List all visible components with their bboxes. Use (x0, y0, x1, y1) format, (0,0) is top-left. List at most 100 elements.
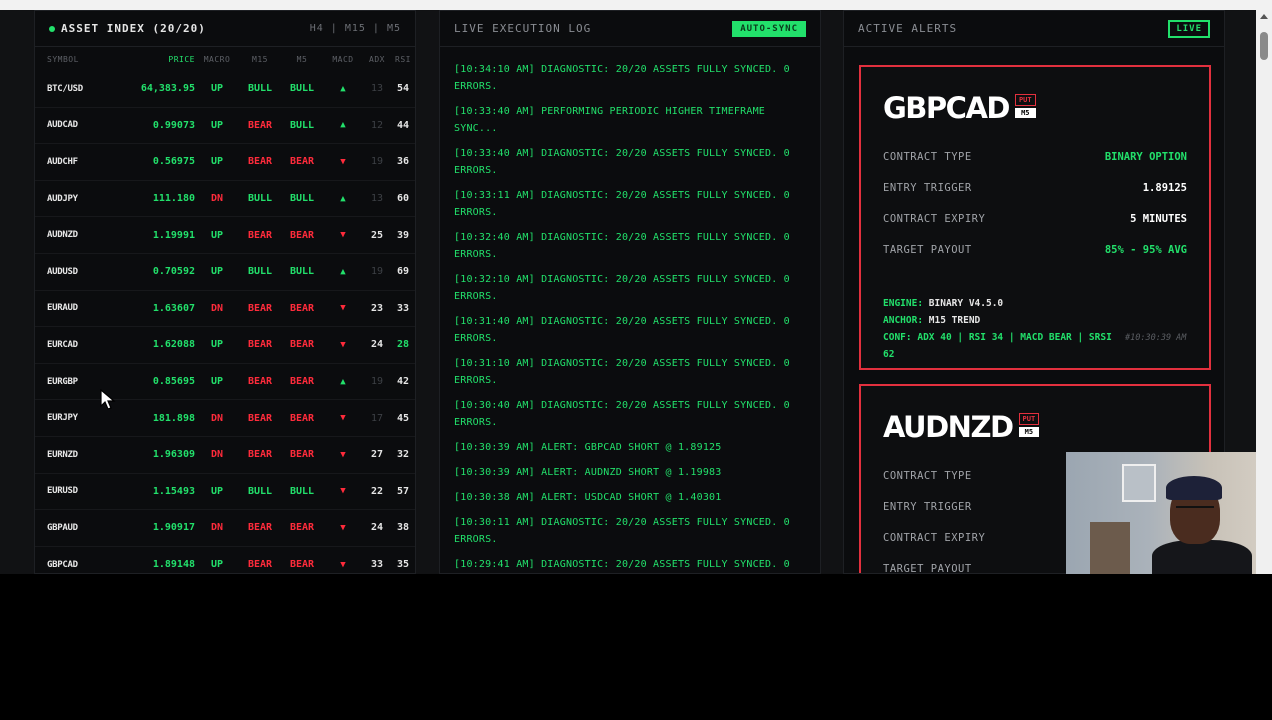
timeframe-selector[interactable]: H4 | M15 | M5 (310, 23, 401, 34)
macd-up-arrow-icon: ▲ (340, 376, 346, 387)
adx-cell: 17 (370, 412, 384, 424)
price-cell: 1.19991 (152, 229, 195, 241)
m5-cell: BEAR (289, 559, 315, 571)
m5-cell: BEAR (289, 302, 315, 314)
contract-type-row: CONTRACT TYPE BINARY OPTION (861, 141, 1209, 172)
alert-card-header: AUDNZD PUT M5 (861, 386, 1209, 460)
scroll-up-icon[interactable] (1260, 14, 1268, 19)
page-scrollbar[interactable] (1256, 10, 1272, 574)
letterbox-area (0, 574, 1272, 720)
asset-index-title-wrap: ASSET INDEX (20/20) (49, 22, 206, 35)
m15-cell: BEAR (247, 449, 273, 461)
webcam-presenter (1152, 472, 1252, 574)
log-entry: [10:33:40 AM] DIAGNOSTIC: 20/20 ASSETS F… (454, 148, 790, 176)
macd-up-arrow-icon: ▲ (340, 266, 346, 277)
active-alerts-title: ACTIVE ALERTS (858, 22, 958, 35)
table-row[interactable]: EURGBP 0.85695 UP BEAR BEAR ▲ 19 42 (35, 364, 415, 401)
m5-cell: BULL (289, 119, 315, 131)
macro-cell: UP (210, 339, 224, 351)
asset-index-header: ASSET INDEX (20/20) H4 | M15 | M5 (35, 11, 415, 47)
direction-tag: PUT (1014, 94, 1036, 106)
m5-cell: BEAR (289, 229, 315, 241)
execution-log-list: [10:34:10 AM] DIAGNOSTIC: 20/20 ASSETS F… (440, 47, 820, 573)
alert-card[interactable]: GBPCAD PUT M5 CONTRACT TYPE BINARY OPTIO… (859, 65, 1211, 370)
table-row[interactable]: EURJPY 181.898 DN BEAR BEAR ▼ 17 45 (35, 400, 415, 437)
m5-cell: BEAR (289, 412, 315, 424)
price-cell: 111.180 (152, 193, 195, 205)
table-row[interactable]: BTC/USD 64,383.95 UP BULL BULL ▲ 13 54 (35, 71, 415, 108)
anchor-line: ANCHOR: M15 TREND (883, 312, 1187, 329)
rsi-cell: 35 (396, 559, 410, 571)
engine-line: ENGINE: BINARY V4.5.0 (883, 295, 1187, 312)
macd-down-arrow-icon: ▼ (340, 522, 346, 533)
asset-table-header: SYMBOL PRICE MACRO M15 M5 MACD ADX RSI (35, 47, 415, 71)
macd-up-arrow-icon: ▲ (340, 193, 346, 204)
table-row[interactable]: AUDCHF 0.56975 UP BEAR BEAR ▼ 19 36 (35, 144, 415, 181)
macro-cell: UP (210, 485, 224, 497)
rsi-cell: 69 (396, 266, 410, 278)
rsi-cell: 54 (396, 83, 410, 95)
adx-cell: 19 (370, 156, 384, 168)
live-badge: LIVE (1168, 19, 1210, 38)
table-row[interactable]: AUDCAD 0.99073 UP BEAR BULL ▲ 12 44 (35, 108, 415, 145)
log-entry: [10:30:40 AM] DIAGNOSTIC: 20/20 ASSETS F… (454, 400, 790, 428)
alert-tags: PUT M5 (1018, 413, 1040, 437)
alert-pair: GBPCAD (883, 91, 1010, 125)
adx-cell: 19 (370, 376, 384, 388)
macro-cell: DN (210, 449, 224, 461)
column-header: M5 (296, 54, 308, 64)
symbol-cell: EURCAD (47, 339, 78, 350)
log-entry: [10:29:41 AM] DIAGNOSTIC: 20/20 ASSETS F… (454, 559, 790, 570)
m15-cell: BEAR (247, 376, 273, 388)
price-cell: 1.15493 (152, 485, 195, 497)
column-header: SYMBOL (47, 54, 79, 64)
alert-timestamp: #10:30:39 AM (1125, 333, 1187, 343)
presenter-cap (1166, 476, 1222, 500)
target-payout-row: TARGET PAYOUT 85% - 95% AVG (861, 234, 1209, 265)
field-value: 5 MINUTES (1130, 212, 1187, 225)
m15-cell: BEAR (247, 412, 273, 424)
webcam-door (1090, 522, 1130, 574)
scrollbar-thumb[interactable] (1260, 32, 1268, 60)
rsi-cell: 38 (396, 522, 410, 534)
table-row[interactable]: EURNZD 1.96309 DN BEAR BEAR ▼ 27 32 (35, 437, 415, 474)
macd-down-arrow-icon: ▼ (340, 449, 346, 460)
price-cell: 1.89148 (152, 559, 195, 571)
conf-line: CONF: ADX 40 | RSI 34 | MACD BEAR | SRSI… (883, 329, 1123, 363)
adx-cell: 23 (370, 302, 384, 314)
macro-cell: DN (210, 412, 224, 424)
macd-down-arrow-icon: ▼ (340, 156, 346, 167)
table-row[interactable]: EURUSD 1.15493 UP BULL BULL ▼ 22 57 (35, 474, 415, 511)
table-row[interactable]: GBPAUD 1.90917 DN BEAR BEAR ▼ 24 38 (35, 510, 415, 547)
m5-cell: BULL (289, 83, 315, 95)
table-row[interactable]: EURCAD 1.62088 UP BEAR BEAR ▼ 24 28 (35, 327, 415, 364)
m5-cell: BEAR (289, 449, 315, 461)
adx-cell: 24 (370, 522, 384, 534)
auto-sync-badge[interactable]: AUTO-SYNC (732, 20, 806, 37)
table-row[interactable]: EURAUD 1.63607 DN BEAR BEAR ▼ 23 33 (35, 291, 415, 328)
timeframe-tag: M5 (1014, 108, 1036, 118)
entry-trigger-row: ENTRY TRIGGER 1.89125 (861, 172, 1209, 203)
table-row[interactable]: AUDUSD 0.70592 UP BULL BULL ▲ 19 69 (35, 254, 415, 291)
log-entry: [10:30:38 AM] ALERT: USDCAD SHORT @ 1.40… (454, 492, 722, 503)
symbol-cell: AUDNZD (47, 230, 78, 241)
log-entry: [10:30:39 AM] ALERT: AUDNZD SHORT @ 1.19… (454, 467, 722, 478)
engine-value: BINARY V4.5.0 (928, 298, 1004, 309)
execution-log-panel: LIVE EXECUTION LOG AUTO-SYNC [10:34:10 A… (439, 10, 821, 574)
table-row[interactable]: AUDNZD 1.19991 UP BEAR BEAR ▼ 25 39 (35, 217, 415, 254)
column-header: MACD (332, 54, 354, 64)
macro-cell: DN (210, 302, 224, 314)
symbol-cell: BTC/USD (47, 83, 83, 94)
macro-cell: UP (210, 559, 224, 571)
m15-cell: BEAR (247, 522, 273, 534)
macro-cell: UP (210, 83, 224, 95)
price-cell: 181.898 (152, 412, 195, 424)
table-row[interactable]: AUDJPY 111.180 DN BULL BULL ▲ 13 60 (35, 181, 415, 218)
macro-cell: DN (210, 193, 224, 205)
macd-up-arrow-icon: ▲ (340, 83, 346, 94)
table-row[interactable]: GBPCAD 1.89148 UP BEAR BEAR ▼ 33 35 (35, 547, 415, 573)
symbol-cell: EURNZD (47, 449, 78, 460)
symbol-cell: GBPCAD (47, 559, 78, 570)
field-label: TARGET PAYOUT (883, 562, 972, 574)
log-entry: [10:30:11 AM] DIAGNOSTIC: 20/20 ASSETS F… (454, 517, 790, 545)
